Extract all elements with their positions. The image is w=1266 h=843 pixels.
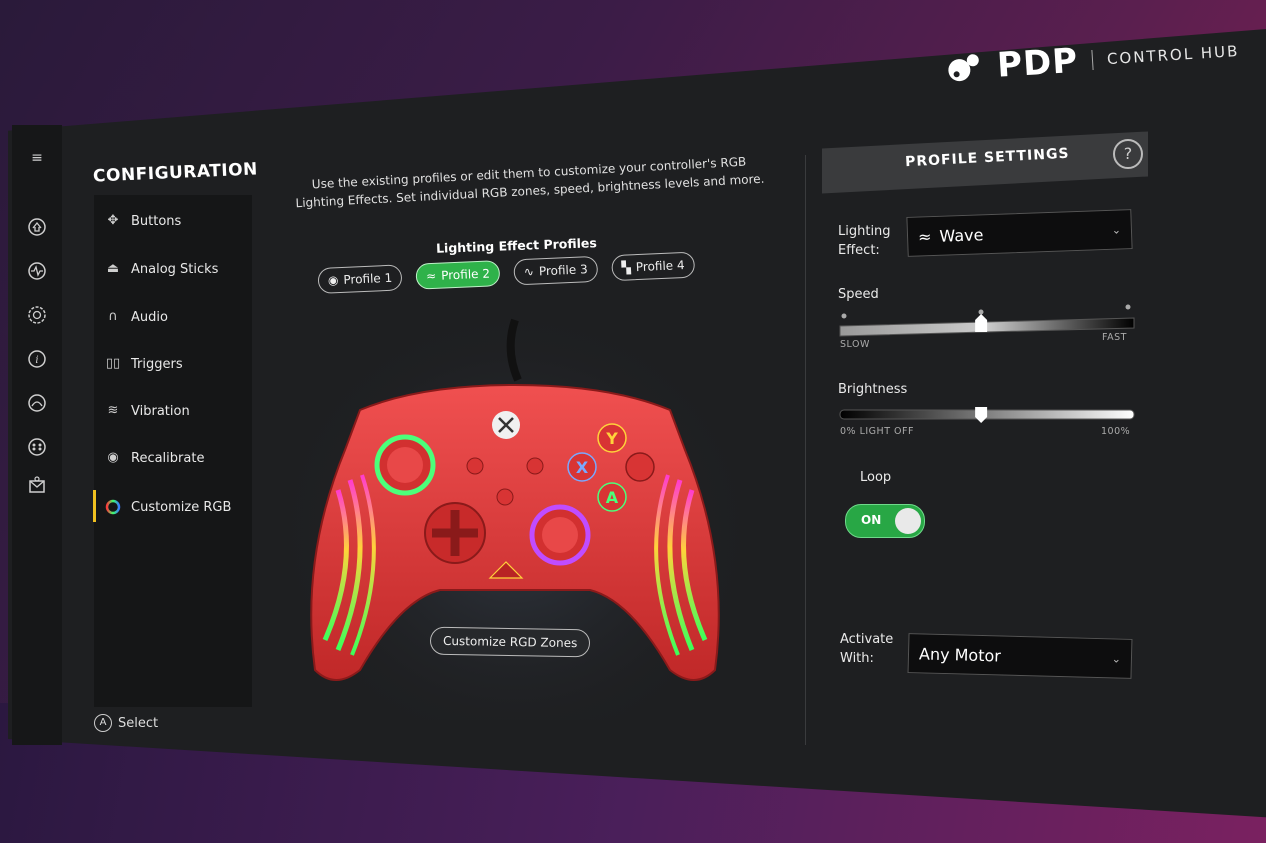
select-hint: A Select [94, 714, 158, 732]
label-line: Activate [840, 632, 894, 647]
info-icon[interactable]: i [26, 349, 48, 371]
lighting-effect-label: Lighting Effect: [838, 222, 891, 260]
panel-divider [805, 155, 806, 745]
analog-stick-icon: ⏏ [106, 261, 120, 276]
controller-face-icon[interactable] [26, 393, 48, 415]
toggle-knob [895, 508, 921, 534]
home-icon[interactable] [26, 217, 48, 239]
chevron-down-icon: ⌄ [1111, 651, 1122, 666]
nav-item-vibration[interactable]: ≋ Vibration [104, 403, 190, 419]
label-line: With: [840, 651, 874, 666]
x-button-label: X [576, 458, 589, 477]
nav-item-customize-rgb[interactable]: Customize RGB [104, 499, 231, 515]
label-line: Effect: [838, 243, 880, 258]
dropdown-value: Wave [939, 224, 984, 246]
headset-icon: ∩ [108, 309, 118, 324]
activate-with-dropdown[interactable]: Any Motor ⌄ [907, 633, 1133, 679]
settings-icon[interactable] [26, 305, 48, 327]
nav-item-label: Analog Sticks [131, 261, 219, 277]
nav-item-triggers[interactable]: ▯▯ Triggers [104, 356, 183, 372]
nav-item-buttons[interactable]: ✥ Buttons [104, 213, 182, 229]
help-icon[interactable]: ? [1113, 139, 1143, 169]
dropdown-value: Any Motor [918, 643, 1002, 665]
nav-item-label: Audio [131, 309, 168, 325]
loop-label: Loop [860, 470, 892, 485]
gamepad-icon[interactable] [26, 437, 48, 459]
loop-toggle[interactable]: ON [845, 504, 925, 538]
wave-icon: ≈ [917, 226, 932, 247]
toggle-state-label: ON [861, 513, 882, 527]
dot-circle-icon: ◉ [327, 273, 339, 288]
hub-title: CONTROL HUB [1106, 42, 1240, 69]
nav-item-label: Triggers [131, 356, 183, 372]
activate-with-label: Activate With: [840, 630, 893, 668]
speed-min-label: SLOW [840, 339, 870, 350]
recalibrate-icon: ◉ [107, 450, 119, 465]
activity-icon[interactable] [26, 261, 48, 283]
y-button-label: Y [605, 429, 618, 448]
customize-zones-button[interactable]: Customize RGD Zones [429, 626, 591, 658]
a-button-icon: A [94, 714, 112, 732]
nav-item-label: Buttons [131, 213, 182, 229]
lighting-effect-dropdown[interactable]: ≈ Wave ⌄ [906, 209, 1133, 257]
nav-item-label: Customize RGB [131, 499, 232, 515]
active-indicator [93, 490, 96, 522]
controller-image: Y X A [290, 300, 740, 720]
pdp-logo-icon [948, 54, 979, 82]
chevron-down-icon: ⌄ [1111, 222, 1122, 237]
rgb-icon [104, 499, 122, 515]
speed-max-label: FAST [1102, 332, 1127, 343]
profile-label: Profile 2 [440, 266, 491, 283]
menu-icon[interactable]: ≡ [26, 147, 48, 169]
profile-4-button[interactable]: ▚ Profile 4 [611, 251, 696, 282]
pulse-icon: ∿ [523, 264, 535, 280]
profile-3-button[interactable]: ∿ Profile 3 [513, 255, 599, 286]
label-line: Lighting [838, 224, 891, 239]
profile-2-button[interactable]: ≈ Profile 2 [415, 260, 501, 290]
nav-item-label: Recalibrate [131, 450, 205, 466]
nav-item-analog-sticks[interactable]: ⏏ Analog Sticks [104, 261, 219, 277]
brightness-slider[interactable] [838, 402, 1138, 426]
triggers-icon: ▯▯ [105, 356, 121, 371]
brightness-max-label: 100% [1101, 426, 1131, 437]
buttons-icon: ✥ [107, 213, 119, 228]
header-divider [1091, 49, 1094, 70]
icon-rail: ≡ i [12, 125, 62, 745]
wave-icon: ≈ [425, 268, 437, 284]
select-hint-label: Select [118, 715, 159, 731]
svg-text:i: i [35, 355, 38, 366]
brightness-min-label: 0% LIGHT OFF [840, 426, 914, 437]
a-button-label: A [606, 488, 619, 507]
brightness-label: Brightness [838, 382, 908, 397]
profile-label: Profile 1 [343, 270, 393, 287]
brand-name: PDP [995, 40, 1080, 86]
mail-icon[interactable] [26, 475, 48, 497]
nav-item-label: Vibration [131, 403, 190, 419]
profile-label: Profile 4 [635, 258, 685, 275]
profile-label: Profile 3 [538, 262, 588, 279]
speed-slider[interactable] [838, 302, 1138, 338]
nav-item-audio[interactable]: ∩ Audio [104, 309, 168, 325]
nav-item-recalibrate[interactable]: ◉ Recalibrate [104, 450, 204, 466]
profile-1-button[interactable]: ◉ Profile 1 [317, 264, 403, 294]
blocks-icon: ▚ [621, 260, 632, 275]
vibration-icon: ≋ [107, 403, 119, 418]
